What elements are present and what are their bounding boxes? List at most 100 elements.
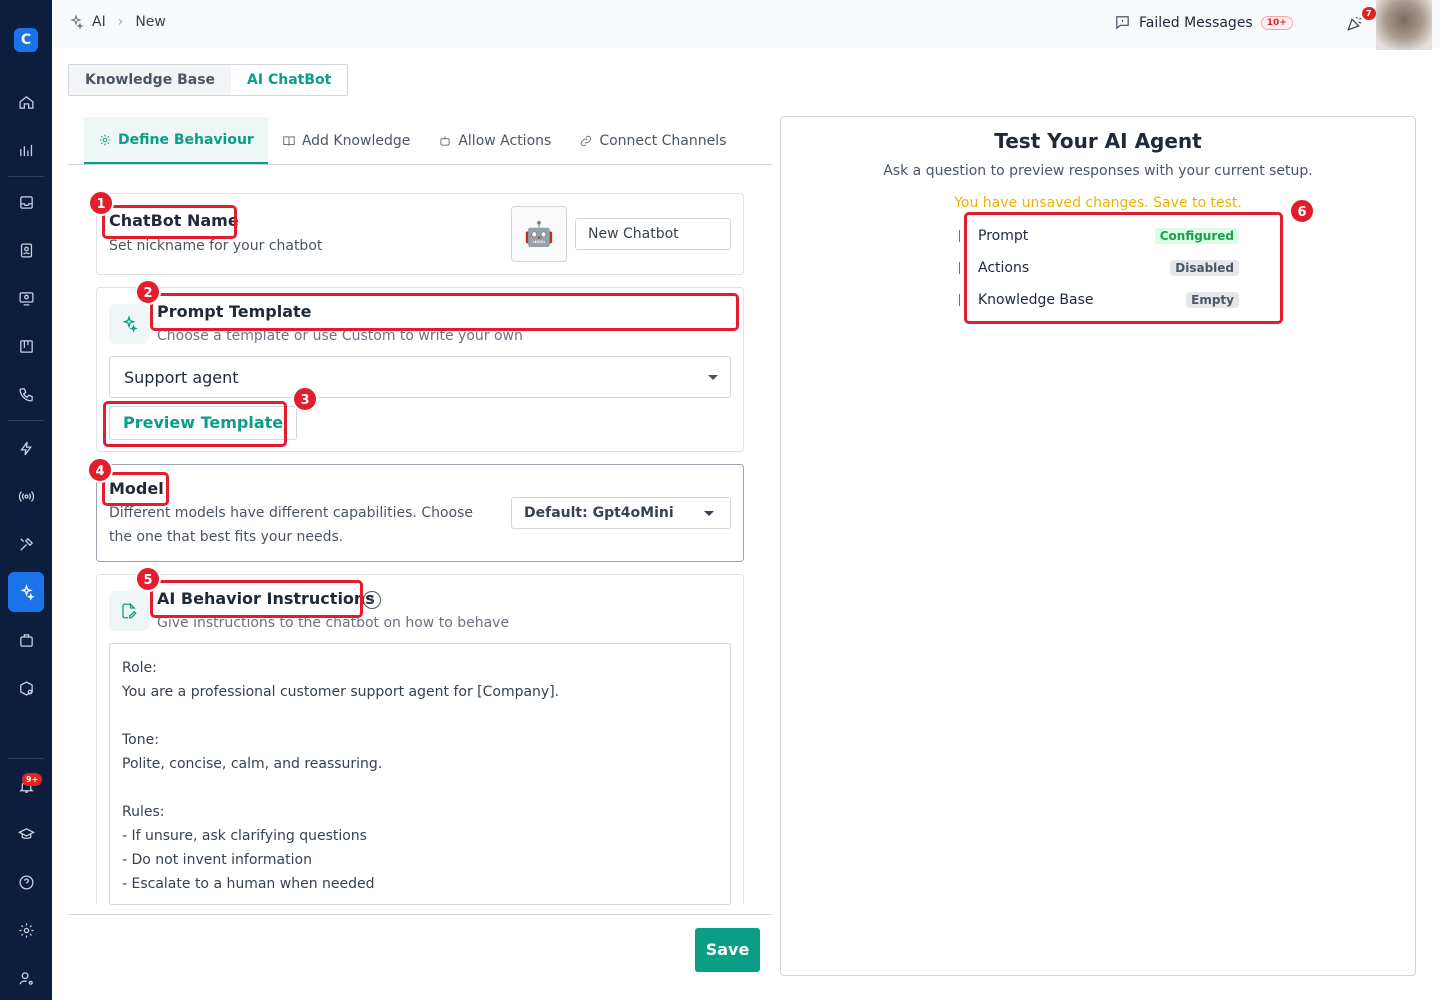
instruction-line: Tone: (122, 732, 159, 748)
top-tabs: Knowledge Base AI ChatBot (68, 64, 349, 96)
instruction-line: Role: (122, 660, 157, 676)
model-desc-line-1: Different models have different capabili… (109, 505, 474, 521)
model-selected-value: Default: Gpt4oMini (524, 505, 674, 521)
instruction-line (122, 776, 718, 800)
footer-divider (68, 914, 772, 915)
robot-icon (440, 135, 450, 146)
file-edit-icon (122, 602, 137, 619)
notification-badge: 9+ (22, 773, 43, 786)
tab-label: Define Behaviour (118, 131, 254, 148)
caret-down-icon (708, 374, 718, 380)
briefcase-icon[interactable] (14, 628, 38, 652)
home-icon[interactable] (14, 90, 38, 114)
campaign-icon[interactable] (14, 286, 38, 310)
instruction-line: Rules: (122, 804, 165, 820)
ai-sparkle-icon (122, 315, 138, 333)
package-settings-icon[interactable] (14, 676, 38, 700)
model-card: Model Different models have different ca… (87, 457, 744, 562)
chatbot-name-desc: Set nickname for your chatbot (109, 238, 323, 254)
ai-sparkle-icon (70, 14, 84, 30)
tab-ai-chatbot[interactable]: AI ChatBot (231, 65, 347, 95)
sub-tabs: Define Behaviour Add Knowledge Allow Act… (68, 117, 772, 165)
gear-icon[interactable] (14, 918, 38, 942)
book-icon (283, 135, 295, 146)
ai-sparkle-icon[interactable] (8, 572, 44, 612)
user-settings-icon[interactable] (14, 966, 38, 990)
annotation-marker: 4 (87, 457, 113, 483)
info-icon[interactable]: i (363, 591, 381, 609)
instruction-line: Polite, concise, calm, and reassuring. (122, 756, 383, 772)
template-select[interactable]: Support agent (109, 356, 731, 398)
annotation-marker: 3 (292, 386, 318, 412)
model-select[interactable]: Default: Gpt4oMini (511, 497, 731, 529)
board-icon[interactable] (14, 334, 38, 358)
announcement-icon[interactable] (1346, 14, 1364, 32)
annotation-box (103, 401, 287, 447)
chevron-right-icon: › (117, 14, 124, 30)
tab-connect-channels[interactable]: Connect Channels (565, 117, 740, 164)
annotation-box (150, 293, 739, 331)
graduation-cap-icon[interactable] (14, 822, 38, 846)
instruction-line: You are a professional customer support … (122, 684, 560, 700)
tab-label: Add Knowledge (301, 132, 411, 149)
sidebar-divider (8, 176, 44, 177)
tab-label: Connect Channels (599, 132, 727, 149)
breadcrumb-current: New (135, 14, 166, 30)
message-alert-icon (1116, 16, 1129, 30)
caret-down-icon (704, 510, 714, 516)
breadcrumb: AI › New (68, 14, 166, 30)
prompt-template-card: Prompt Template Choose a template or use… (96, 279, 744, 452)
announcement-badge: 7 (1362, 7, 1376, 20)
sidebar-divider (8, 420, 44, 421)
contacts-icon[interactable] (14, 238, 38, 262)
failed-messages-button[interactable]: Failed Messages 10+ (1114, 14, 1293, 31)
analytics-icon[interactable] (14, 138, 38, 162)
instruction-line: - Do not invent information (122, 852, 312, 868)
annotation-box (150, 580, 363, 618)
sparkle-tile (109, 304, 149, 344)
annotation-marker: 6 (1289, 198, 1315, 224)
breadcrumb-root[interactable]: AI (92, 14, 106, 30)
template-selected-value: Support agent (124, 367, 239, 387)
broadcast-icon[interactable] (14, 484, 38, 508)
test-panel-subtitle: Ask a question to preview responses with… (883, 163, 1313, 179)
tools-icon[interactable] (14, 532, 38, 556)
behavior-card: AI Behavior Instructions i Give instruct… (96, 566, 744, 905)
automation-icon[interactable] (14, 436, 38, 460)
edit-tile (109, 591, 149, 631)
behavior-instructions-textarea[interactable]: Role: You are a professional customer su… (109, 643, 731, 905)
sidebar: C 9+ (0, 0, 52, 1000)
chatbot-name-input[interactable] (575, 218, 731, 250)
annotation-marker: 1 (88, 190, 114, 216)
instruction-line: - Escalate to a human when needed (122, 876, 375, 892)
chatbot-name-card: ChatBot Name Set nickname for your chatb… (88, 190, 744, 275)
help-icon[interactable] (14, 870, 38, 894)
app-logo[interactable]: C (14, 28, 38, 52)
robot-avatar-icon[interactable]: 🤖 (511, 206, 567, 262)
annotation-box (102, 472, 169, 506)
annotation-marker: 5 (135, 566, 161, 592)
tab-knowledge-base[interactable]: Knowledge Base (69, 65, 232, 95)
instruction-line (122, 704, 718, 728)
instruction-line: - If unsure, ask clarifying questions (122, 828, 367, 844)
annotation-marker: 2 (135, 279, 161, 305)
failed-count-badge: 10+ (1260, 15, 1293, 30)
test-panel-title: Test Your AI Agent (994, 129, 1202, 153)
tab-label: Allow Actions (458, 132, 552, 149)
model-desc-line-2: the one that best fits your needs. (109, 529, 344, 545)
test-agent-panel: Test Your AI Agent Ask a question to pre… (780, 116, 1416, 976)
top-bar: AI › New Failed Messages 10+ 7 (52, 0, 1440, 50)
save-button[interactable]: Save (695, 928, 760, 972)
avatar[interactable] (1376, 0, 1432, 50)
annotation-box (102, 205, 237, 239)
failed-messages-label: Failed Messages (1139, 14, 1253, 31)
unsaved-warning: You have unsaved changes. Save to test. (954, 195, 1242, 211)
robot-emoji: 🤖 (524, 220, 554, 248)
tab-add-knowledge[interactable]: Add Knowledge (268, 117, 425, 164)
phone-icon[interactable] (14, 382, 38, 406)
inbox-icon[interactable] (14, 190, 38, 214)
tab-define-behaviour[interactable]: Define Behaviour (84, 117, 268, 164)
sidebar-divider (8, 758, 44, 759)
tab-allow-actions[interactable]: Allow Actions (424, 117, 565, 164)
gear-icon (99, 134, 111, 145)
